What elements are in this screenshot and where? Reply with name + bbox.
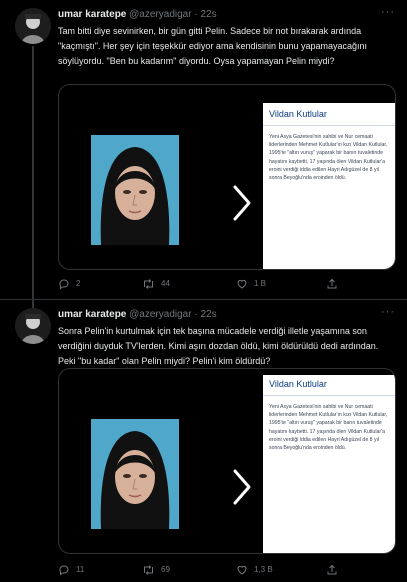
- like-button[interactable]: 1,3 B: [236, 562, 273, 578]
- avatar[interactable]: [15, 8, 51, 44]
- reply-button[interactable]: 11: [58, 562, 84, 578]
- timestamp[interactable]: 22s: [200, 9, 216, 20]
- tweet-header: umar karatepe @azeryadigar · 22s: [58, 307, 217, 323]
- separator-dot: ·: [194, 309, 198, 320]
- card-divider: [263, 395, 395, 396]
- share-icon: [327, 278, 337, 289]
- display-name[interactable]: umar karatepe: [58, 309, 126, 320]
- user-handle[interactable]: @azeryadigar: [129, 9, 191, 20]
- like-button[interactable]: 1 B: [236, 276, 266, 292]
- like-count: 1,3 B: [254, 565, 273, 574]
- heart-icon: [237, 279, 247, 289]
- card-text: Yeni Asya Gazetesi'nin sahibi ve Nur cem…: [269, 404, 388, 452]
- tweet-header: umar karatepe @azeryadigar · 22s: [58, 7, 217, 23]
- chevron-right-icon[interactable]: [229, 467, 253, 507]
- share-icon: [327, 564, 337, 575]
- action-bar: 11 69 1,3 B: [58, 562, 388, 578]
- retweet-button[interactable]: 69: [142, 562, 170, 578]
- news-card: Vildan Kutlular Yeni Asya Gazetesi'nin s…: [263, 103, 395, 269]
- tweet-1[interactable]: umar karatepe @azeryadigar · 22s ··· Tam…: [0, 0, 407, 299]
- retweet-count: 44: [161, 279, 170, 288]
- retweet-icon: [144, 279, 153, 289]
- tweet-media[interactable]: Vildan Kutlular Yeni Asya Gazetesi'nin s…: [58, 84, 396, 270]
- reply-count: 2: [76, 279, 81, 288]
- more-icon[interactable]: ···: [381, 306, 395, 318]
- more-icon[interactable]: ···: [381, 6, 395, 18]
- card-divider: [263, 125, 395, 126]
- avatar[interactable]: [15, 308, 51, 344]
- chevron-right-icon[interactable]: [229, 183, 253, 223]
- thread-connector: [32, 46, 34, 299]
- thread-connector: [32, 300, 34, 308]
- card-title: Vildan Kutlular: [269, 109, 327, 119]
- retweet-count: 69: [161, 565, 170, 574]
- tweet-media[interactable]: Vildan Kutlular Yeni Asya Gazetesi'nin s…: [58, 368, 396, 554]
- retweet-button[interactable]: 44: [142, 276, 170, 292]
- reply-icon: [59, 565, 69, 576]
- retweet-icon: [144, 565, 153, 575]
- like-count: 1 B: [254, 279, 267, 288]
- card-title: Vildan Kutlular: [269, 379, 327, 389]
- share-button[interactable]: [326, 562, 344, 578]
- tweet-2[interactable]: umar karatepe @azeryadigar · 22s ··· Son…: [0, 300, 407, 582]
- reply-icon: [59, 279, 69, 290]
- timestamp[interactable]: 22s: [200, 309, 216, 320]
- heart-icon: [237, 565, 247, 575]
- portrait-photo: [91, 135, 179, 245]
- action-bar: 2 44 1 B: [58, 276, 388, 292]
- reply-count: 11: [76, 565, 85, 574]
- news-card: Vildan Kutlular Yeni Asya Gazetesi'nin s…: [263, 375, 395, 553]
- portrait-photo: [91, 419, 179, 529]
- card-text: Yeni Asya Gazetesi'nin sahibi ve Nur cem…: [269, 134, 388, 182]
- tweet-text: Tam bitti diye sevinirken, bir gün gitti…: [58, 26, 368, 66]
- display-name[interactable]: umar karatepe: [58, 9, 126, 20]
- tweet-text: Sonra Pelin'in kurtulmak için tek başına…: [58, 326, 379, 366]
- share-button[interactable]: [326, 276, 344, 292]
- separator-dot: ·: [194, 9, 198, 20]
- user-handle[interactable]: @azeryadigar: [129, 309, 191, 320]
- reply-button[interactable]: 2: [58, 276, 80, 292]
